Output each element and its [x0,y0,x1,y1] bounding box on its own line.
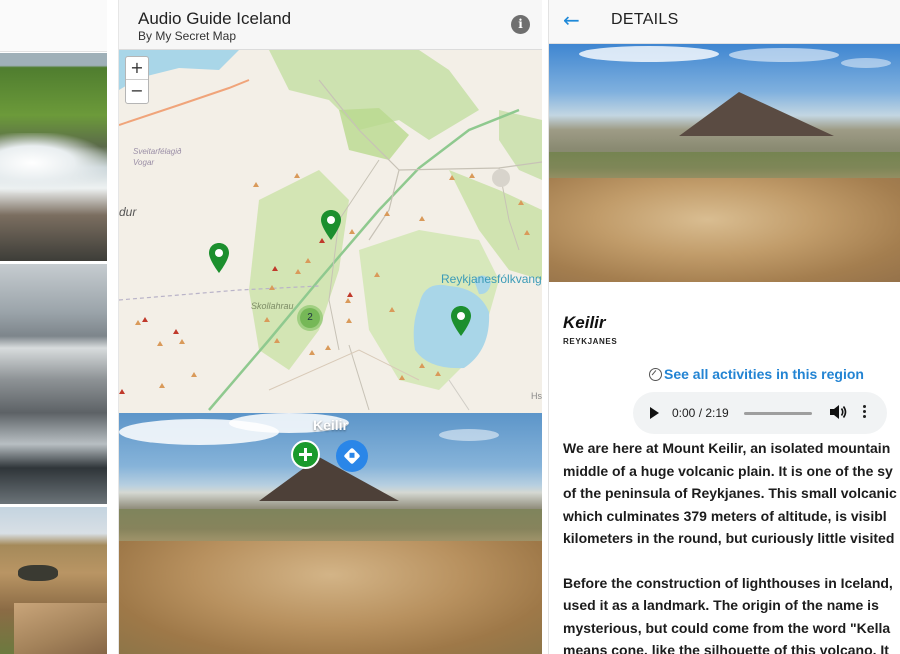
cloud [579,46,719,62]
details-title: DETAILS [611,11,679,28]
gallery-thumbnail-canyon[interactable] [0,507,107,654]
cloud [841,58,891,68]
audio-player: 0:00 / 2:19 [633,392,887,434]
description-line: Before the construction of lighthouses i… [563,574,893,591]
place-name: Keilir [563,313,606,332]
volume-icon[interactable] [829,404,847,420]
plain-vegetation [119,509,542,545]
map-label-hs: Hs [531,391,542,401]
crater-foreground [119,541,542,654]
volcano-silhouette [679,92,834,136]
play-icon[interactable] [650,407,659,419]
description-line: of the peninsula of Reykjanes. This smal… [563,485,897,501]
cloud [729,48,839,62]
place-description: We are here at Mount Keilir, an isolated… [563,437,900,654]
location-preview-card[interactable]: Keilir [119,413,542,654]
details-hero-image [549,44,900,282]
map-label-reykjanesfolkvangur: Reykjanesfólkvang [441,272,542,286]
arrow-left-icon[interactable]: ← [563,8,585,32]
canyon-rock [14,603,107,654]
description-line: middle of a huge volcanic plain. It is o… [563,462,893,479]
left-header [0,0,107,52]
map-screen: Audio Guide Iceland By My Secret Map i +… [118,0,542,654]
audio-progress-slider[interactable] [744,412,812,415]
compass-icon [649,368,662,381]
directions-icon [343,447,361,465]
crater-foreground [549,178,900,282]
gallery-thumbnail-cliffs[interactable] [0,264,107,504]
more-vertical-icon[interactable] [861,403,867,423]
map-cluster-marker[interactable]: 2 [297,305,323,331]
description-line: means cone, like the silhouette of this … [563,642,889,654]
zoom-in-button[interactable]: + [126,57,148,80]
see-activities-link[interactable]: See all activities in this region [649,366,864,382]
app-title: Audio Guide Iceland [138,9,292,28]
description-line: which culminates 379 meters of altitude,… [563,507,887,524]
volcano-silhouette [259,457,399,501]
zoom-controls: + − [125,56,149,104]
map-label-sveitarfelagid: Sveitarfélagið Vogar [133,147,182,167]
map-pin-icon[interactable] [208,242,230,274]
add-button[interactable] [291,440,320,469]
audio-time: 0:00 / 2:19 [672,406,729,420]
directions-button[interactable] [336,440,368,472]
zoom-out-button[interactable]: − [126,80,148,103]
description-line: kilometers in the round, but curiously l… [563,530,895,546]
map-view[interactable]: + − Sveitarfélagið Vogar dur Skollahrau … [119,50,542,413]
waterfall-water [0,133,107,193]
preview-title: Keilir [312,417,348,433]
map-pin-icon[interactable] [320,209,342,241]
details-screen: ← DETAILS Keilir REYKJANES See all activ… [548,0,900,654]
description-line: used it as a landmark. The origin of the… [563,597,879,613]
description-line: We are here at Mount Keilir, an isolated… [563,440,891,456]
map-label-skollahrau: Skollahrau [251,301,294,311]
gallery-thumbnail-waterfall[interactable] [0,53,107,261]
app-subtitle: By My Secret Map [138,29,237,43]
screenshot-root: Audio Guide Iceland By My Secret Map i +… [0,0,900,654]
map-label-dur: dur [119,205,137,219]
info-icon[interactable]: i [511,15,530,34]
map-pin-icon[interactable] [450,305,472,337]
details-header: ← DETAILS [549,0,900,44]
canyon-pit [18,565,58,581]
cluster-count: 2 [300,308,320,328]
place-region: REYKJANES [563,337,618,346]
description-line: mysterious, but could come from the word… [563,619,891,636]
left-gallery-panel [0,0,107,654]
see-activities-label: See all activities in this region [664,366,864,382]
app-header: Audio Guide Iceland By My Secret Map i [119,0,542,50]
